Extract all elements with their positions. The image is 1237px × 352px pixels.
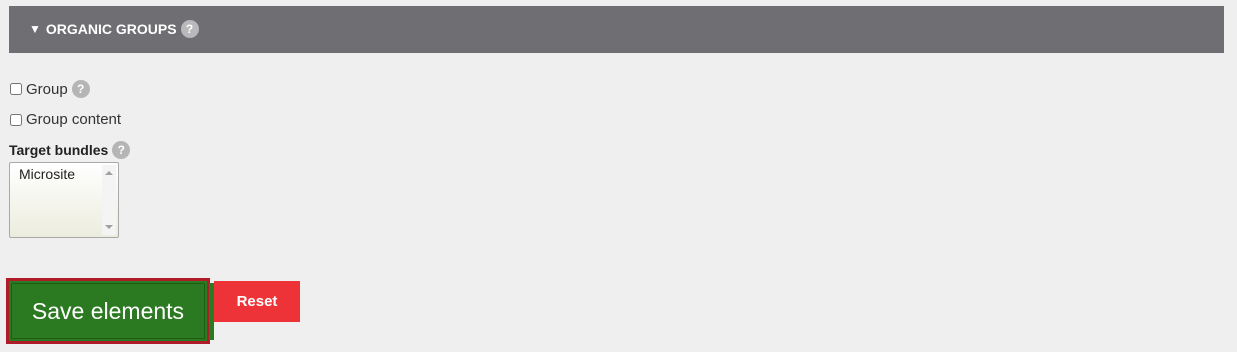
group-option: Group ? (9, 80, 90, 98)
target-bundles-label: Target bundles (9, 142, 109, 158)
group-content-label[interactable]: Group content (26, 111, 121, 128)
target-bundles-select[interactable]: Microsite (9, 162, 119, 238)
listbox-scrollbar[interactable] (102, 165, 116, 235)
group-label[interactable]: Group (26, 81, 68, 98)
scroll-up-arrow-icon[interactable] (105, 171, 113, 175)
target-bundles-heading: Target bundles ? (9, 141, 131, 159)
group-checkbox[interactable] (10, 83, 22, 95)
organic-groups-toggle[interactable]: ▼ ORGANIC GROUPS ? (29, 20, 199, 38)
group-content-option: Group content (9, 111, 121, 128)
reset-button[interactable]: Reset (214, 281, 300, 322)
save-elements-button[interactable]: Save elements (6, 278, 210, 344)
organic-groups-fieldset-header: ▼ ORGANIC GROUPS ? (9, 6, 1224, 53)
scroll-down-arrow-icon[interactable] (105, 225, 113, 229)
caret-down-icon: ▼ (29, 22, 41, 36)
reset-button-label: Reset (236, 293, 278, 310)
help-icon[interactable]: ? (180, 20, 199, 38)
fieldset-title: ORGANIC GROUPS (45, 21, 177, 37)
target-bundles-help-icon[interactable]: ? (112, 141, 131, 159)
group-help-icon[interactable]: ? (71, 80, 90, 98)
save-button-focus-ring (11, 283, 205, 339)
target-bundle-option-microsite[interactable]: Microsite (19, 166, 75, 182)
group-content-checkbox[interactable] (10, 113, 22, 126)
